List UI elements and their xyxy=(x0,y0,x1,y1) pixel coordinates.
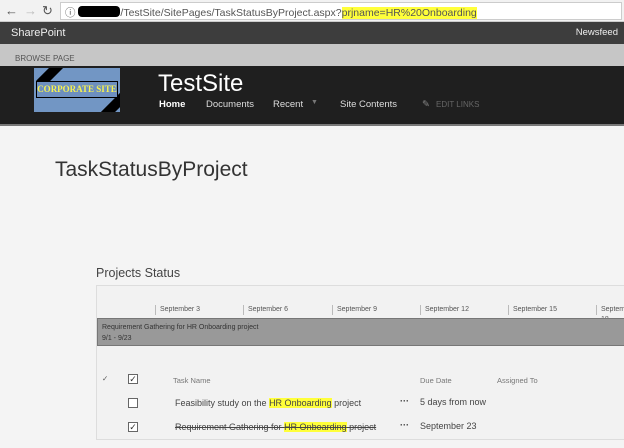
sharepoint-brand[interactable]: SharePoint xyxy=(11,27,65,39)
timeline-bar[interactable]: Requirement Gathering for HR Onboarding … xyxy=(97,318,624,346)
edit-links[interactable]: EDIT LINKS xyxy=(436,100,479,109)
nav-site-contents[interactable]: Site Contents xyxy=(340,99,397,110)
column-task-name[interactable]: Task Name xyxy=(173,376,211,385)
site-logo[interactable]: CORPORATE SITE xyxy=(34,68,120,112)
newsfeed-link[interactable]: Newsfeed xyxy=(576,27,618,38)
task-checkbox-checked[interactable]: ✓ xyxy=(128,422,138,432)
task-name[interactable]: Feasibility study on the HR Onboarding p… xyxy=(175,398,361,408)
browser-toolbar: ← → ↻ ⓘ /TestSite/SitePages/TaskStatusBy… xyxy=(0,0,624,22)
forward-icon[interactable]: → xyxy=(24,3,37,18)
task-due-date: September 23 xyxy=(420,421,477,431)
url-query: prjname=HR%20Onboarding xyxy=(341,7,477,19)
task-checkbox[interactable] xyxy=(128,398,138,408)
timeline-tick: September 6 xyxy=(243,305,288,315)
info-icon: ⓘ xyxy=(65,7,79,19)
redacted-host xyxy=(78,6,121,17)
select-all-checkbox[interactable]: ✓ xyxy=(128,374,138,384)
chevron-down-icon[interactable]: ▼ xyxy=(311,99,318,106)
column-assigned-to[interactable]: Assigned To xyxy=(497,376,538,385)
url-path: /TestSite/SitePages/TaskStatusByProject.… xyxy=(120,7,342,19)
nav-documents[interactable]: Documents xyxy=(206,99,254,110)
timeline-tick: September 9 xyxy=(332,305,377,315)
checkmark-icon: ✓ xyxy=(102,374,109,383)
task-name[interactable]: Requirement Gathering for HR Onboarding … xyxy=(175,422,376,432)
tab-page[interactable]: PAGE xyxy=(53,54,75,63)
address-bar[interactable]: ⓘ /TestSite/SitePages/TaskStatusByProjec… xyxy=(60,2,622,20)
timeline-bar-title: Requirement Gathering for HR Onboarding … xyxy=(102,324,259,331)
tab-browse[interactable]: BROWSE xyxy=(15,54,51,63)
nav-home[interactable]: Home xyxy=(159,99,185,110)
page-title: TaskStatusByProject xyxy=(55,158,248,181)
back-icon[interactable]: ← xyxy=(5,3,18,18)
logo-text: CORPORATE SITE xyxy=(37,84,117,94)
reload-icon[interactable]: ↻ xyxy=(42,3,53,19)
pencil-icon: ✎ xyxy=(422,99,430,110)
nav-recent[interactable]: Recent xyxy=(273,99,303,110)
timeline-tick: September 18 xyxy=(596,305,624,323)
site-title[interactable]: TestSite xyxy=(158,70,243,98)
ribbon: BROWSE PAGE xyxy=(0,44,624,66)
timeline-tick: September 15 xyxy=(508,305,557,315)
timeline-tick: September 12 xyxy=(420,305,469,315)
timeline-bar-dates: 9/1 - 9/23 xyxy=(102,335,132,342)
site-header: CORPORATE SITE TestSite Home Documents R… xyxy=(0,66,624,126)
more-options-icon[interactable]: ··· xyxy=(400,396,409,406)
task-due-date: 5 days from now xyxy=(420,397,487,407)
timeline-tick: September 3 xyxy=(155,305,200,315)
suite-bar: SharePoint Newsfeed xyxy=(0,22,624,44)
more-options-icon[interactable]: ··· xyxy=(400,420,409,430)
webpart-title: Projects Status xyxy=(96,266,181,280)
column-due-date[interactable]: Due Date xyxy=(420,376,452,385)
timeline-panel: September 3 September 6 September 9 Sept… xyxy=(96,285,624,440)
